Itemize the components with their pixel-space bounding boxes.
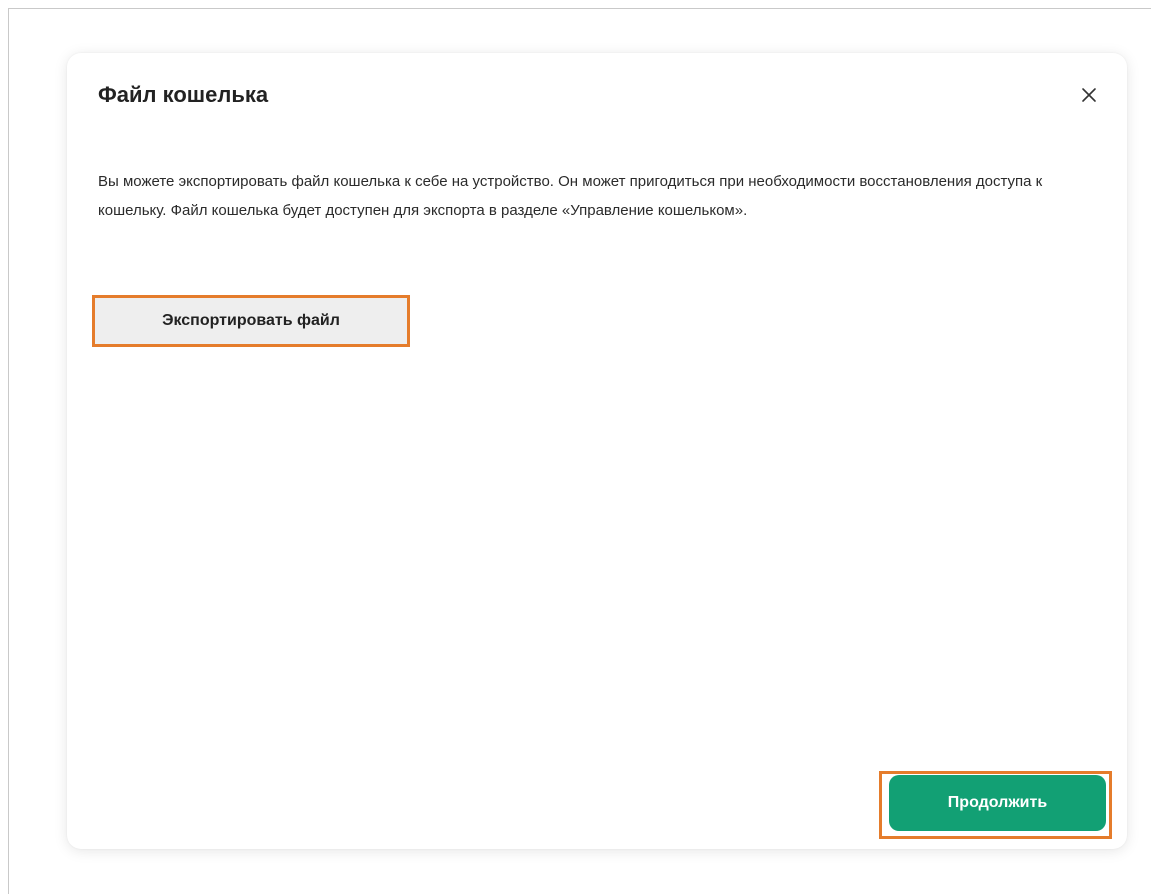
dialog-title: Файл кошелька [98,82,269,107]
export-file-button[interactable]: Экспортировать файл [95,298,407,344]
close-icon [1082,88,1096,102]
close-button[interactable] [1075,81,1103,109]
app-frame: Файл кошелька Вы можете экспортировать ф… [8,8,1151,894]
continue-button[interactable]: Продолжить [889,775,1106,831]
dialog-description: Вы можете экспортировать файл кошелька к… [98,173,1043,219]
wallet-file-dialog: Файл кошелька Вы можете экспортировать ф… [67,53,1127,849]
